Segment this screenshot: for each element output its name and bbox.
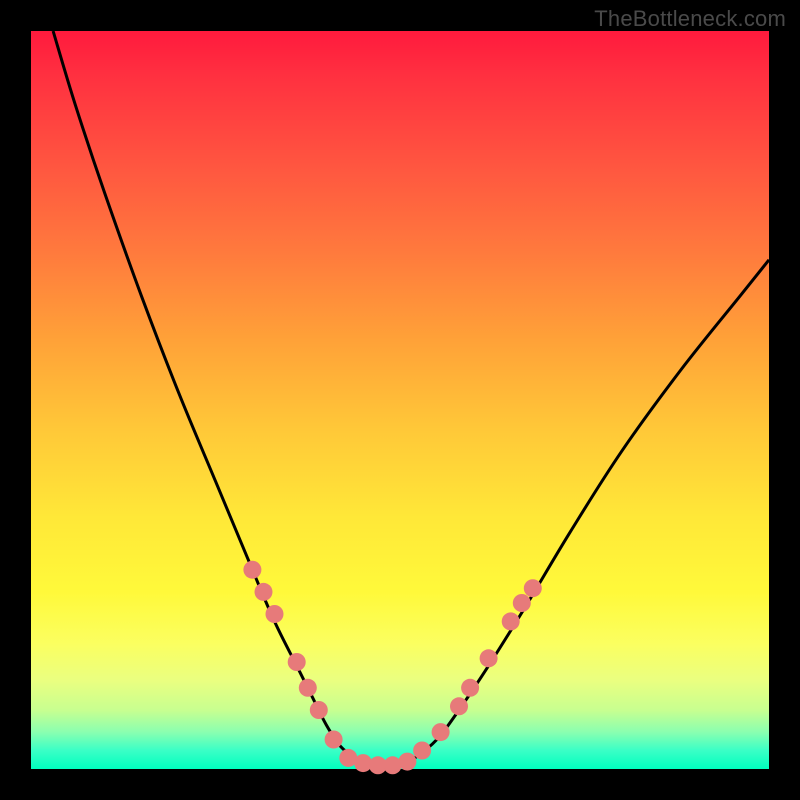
chart-marker xyxy=(432,723,450,741)
chart-marker xyxy=(461,679,479,697)
chart-curve xyxy=(53,31,769,766)
chart-markers xyxy=(243,561,541,775)
chart-marker xyxy=(480,649,498,667)
watermark-text: TheBottleneck.com xyxy=(594,6,786,32)
chart-marker xyxy=(502,612,520,630)
chart-marker xyxy=(513,594,531,612)
chart-marker xyxy=(325,731,343,749)
chart-svg xyxy=(31,31,769,769)
chart-marker xyxy=(524,579,542,597)
chart-marker xyxy=(255,583,273,601)
chart-marker xyxy=(288,653,306,671)
chart-marker xyxy=(299,679,317,697)
chart-marker xyxy=(310,701,328,719)
chart-marker xyxy=(413,742,431,760)
chart-marker xyxy=(398,753,416,771)
chart-marker xyxy=(243,561,261,579)
chart-marker xyxy=(450,697,468,715)
chart-marker xyxy=(266,605,284,623)
chart-frame: TheBottleneck.com xyxy=(0,0,800,800)
chart-plot-area xyxy=(31,31,769,769)
